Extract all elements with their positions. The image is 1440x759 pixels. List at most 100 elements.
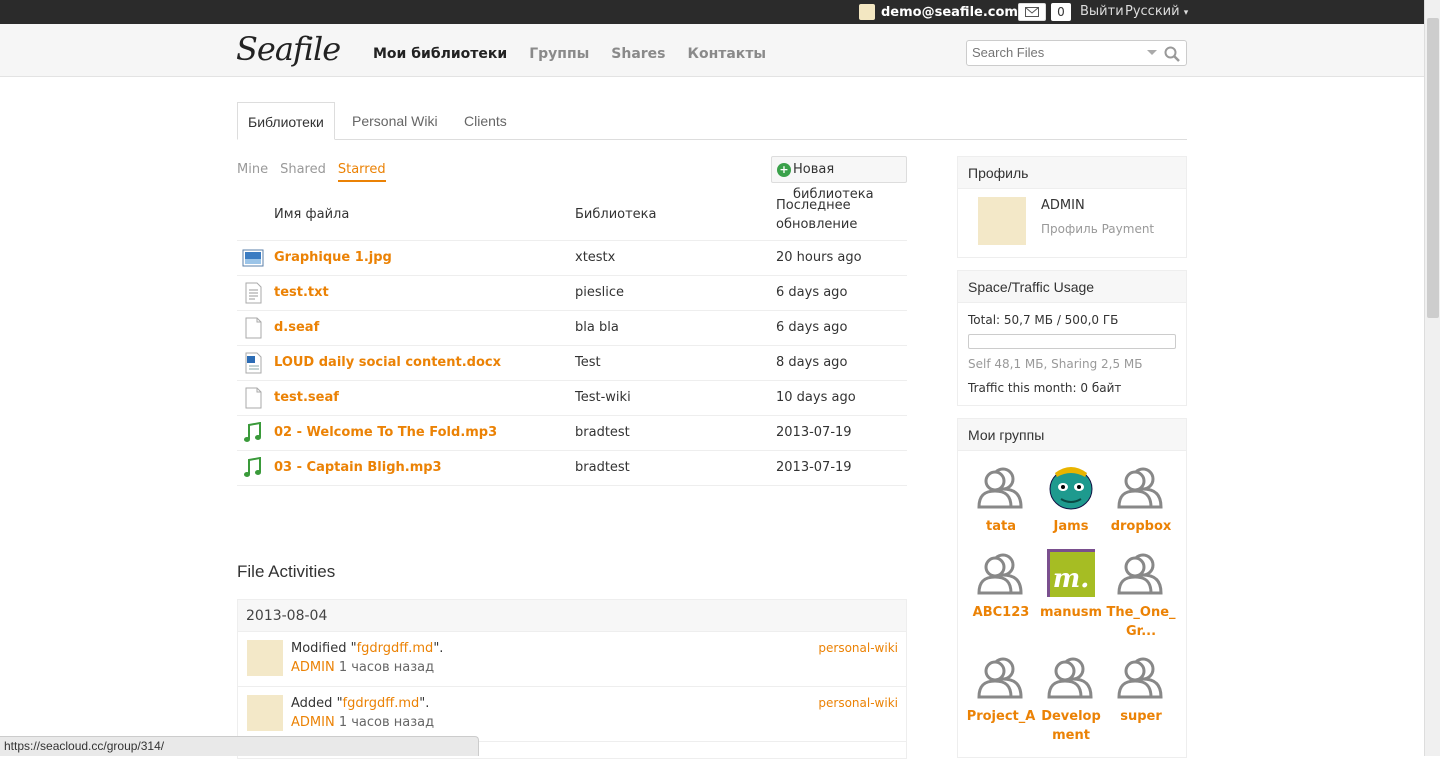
activity-user-link[interactable]: ADMIN <box>291 715 335 730</box>
starred-files-table: Имя файла Библиотека Последнееобновление… <box>237 190 907 486</box>
messages-button[interactable] <box>1018 3 1046 21</box>
file-icon-cell <box>237 275 274 310</box>
subtab-starred[interactable]: Starred <box>338 162 386 182</box>
file-activities-list: 2013-08-04 Modified "fgdrgdff.md". ADMIN… <box>237 599 907 759</box>
vertical-scrollbar[interactable] <box>1424 0 1440 756</box>
activity-meta: ADMIN 1 часов назад <box>291 660 434 675</box>
activity-action: Added <box>291 696 337 711</box>
default-group-icon <box>977 653 1025 701</box>
nav-groups[interactable]: Группы <box>529 46 589 62</box>
group-item[interactable]: dropbox <box>1106 463 1176 536</box>
groups-panel: Мои группы tataJamsdropbox ABC123m.manusm… <box>957 418 1187 758</box>
tab-personal-wiki[interactable]: Personal Wiki <box>352 102 438 140</box>
activity-user-link[interactable]: ADMIN <box>291 660 335 675</box>
user-avatar[interactable] <box>247 640 283 676</box>
logout-link[interactable]: Выйти <box>1080 4 1124 19</box>
group-item[interactable]: Jams <box>1036 463 1106 536</box>
default-group-icon <box>1117 653 1165 701</box>
name-column-header: Имя файла <box>274 190 575 240</box>
plus-icon: + <box>777 163 791 177</box>
file-updated: 6 days ago <box>776 275 907 310</box>
table-row[interactable]: d.seafbla bla6 days ago <box>237 310 907 345</box>
updated-header-line1: Последнее <box>776 198 851 213</box>
file-name-link[interactable]: 03 - Captain Bligh.mp3 <box>274 450 575 485</box>
group-name: The_One_Gr... <box>1106 603 1176 641</box>
tab-libraries[interactable]: Библиотеки <box>237 102 335 140</box>
search-input[interactable] <box>972 45 1142 60</box>
table-row[interactable]: 02 - Welcome To The Fold.mp3bradtest2013… <box>237 415 907 450</box>
activity-date: 2013-08-04 <box>238 600 906 632</box>
group-name: ABC123 <box>966 603 1036 622</box>
table-row[interactable]: LOUD daily social content.docxTest8 days… <box>237 345 907 380</box>
default-group-icon <box>1117 463 1165 511</box>
usage-panel: Space/Traffic Usage Total: 50,7 МБ / 500… <box>957 270 1187 406</box>
file-activities-title: File Activities <box>237 562 335 582</box>
group-item[interactable]: tata <box>966 463 1036 536</box>
status-bar-url: https://seacloud.cc/group/314/ <box>0 736 479 756</box>
group-item[interactable]: super <box>1106 653 1176 726</box>
file-updated: 20 hours ago <box>776 240 907 275</box>
profile-panel: Профиль ADMIN Профиль Payment <box>957 156 1187 258</box>
nav-my-libraries[interactable]: Мои библиотеки <box>373 46 507 62</box>
green-face-icon <box>1047 463 1095 511</box>
group-item[interactable]: The_One_Gr... <box>1106 549 1176 641</box>
activity-item: Added "fgdrgdff.md". ADMIN 1 часов назад… <box>238 687 906 742</box>
activity-file-link[interactable]: fgdrgdff.md <box>343 696 420 711</box>
file-name-link[interactable]: LOUD daily social content.docx <box>274 345 575 380</box>
activity-description: Modified "fgdrgdff.md". <box>291 641 443 656</box>
seafile-logo[interactable]: Seafile <box>236 30 340 68</box>
file-name-link[interactable]: 02 - Welcome To The Fold.mp3 <box>274 415 575 450</box>
file-name-link[interactable]: test.seaf <box>274 380 575 415</box>
table-row[interactable]: test.txtpieslice6 days ago <box>237 275 907 310</box>
group-item[interactable]: ABC123 <box>966 549 1036 622</box>
group-item[interactable]: Development <box>1036 653 1106 745</box>
usage-progress-bar <box>968 334 1176 349</box>
usage-title: Space/Traffic Usage <box>958 271 1186 303</box>
group-item[interactable]: Project_A <box>966 653 1036 726</box>
default-group-icon <box>1117 549 1165 597</box>
group-name: Jams <box>1036 517 1106 536</box>
user-avatar[interactable] <box>247 695 283 731</box>
group-item[interactable]: m.manusm <box>1036 549 1106 622</box>
updated-column-header: Последнееобновление <box>776 190 907 240</box>
table-row[interactable]: 03 - Captain Bligh.mp3bradtest2013-07-19 <box>237 450 907 485</box>
tab-clients[interactable]: Clients <box>464 102 507 140</box>
group-name: Development <box>1036 707 1106 745</box>
document-file-icon <box>242 352 264 374</box>
search-options-caret-icon[interactable] <box>1147 50 1157 55</box>
image-file-icon <box>242 247 264 269</box>
file-updated: 6 days ago <box>776 310 907 345</box>
language-select[interactable]: Русский ▾ <box>1125 4 1188 19</box>
profile-avatar[interactable] <box>978 197 1026 245</box>
scrollbar-thumb[interactable] <box>1427 18 1439 318</box>
file-name-link[interactable]: Graphique 1.jpg <box>274 240 575 275</box>
file-icon-cell <box>237 450 274 485</box>
activity-library-link[interactable]: personal-wiki <box>818 696 898 710</box>
usage-total: Total: 50,7 МБ / 500,0 ГБ <box>968 313 1118 327</box>
new-library-button[interactable]: + Новая библиотека <box>771 156 907 183</box>
activity-meta: ADMIN 1 часов назад <box>291 715 434 730</box>
header: Seafile Мои библиотеки Группы Shares Кон… <box>0 24 1424 77</box>
file-name-link[interactable]: test.txt <box>274 275 575 310</box>
groups-title: Мои группы <box>958 419 1186 451</box>
default-group-icon <box>1047 653 1095 701</box>
file-name-link[interactable]: d.seaf <box>274 310 575 345</box>
subtab-mine[interactable]: Mine <box>237 162 268 182</box>
file-icon-cell <box>237 415 274 450</box>
nav-shares[interactable]: Shares <box>611 46 665 62</box>
search-icon[interactable] <box>1164 46 1180 62</box>
file-library: Test-wiki <box>575 380 776 415</box>
subtab-shared[interactable]: Shared <box>280 162 326 182</box>
user-menu[interactable]: demo@seafile.com <box>859 4 1018 20</box>
file-library: bradtest <box>575 415 776 450</box>
nav-contacts[interactable]: Контакты <box>688 46 767 62</box>
library-column-header: Библиотека <box>575 190 776 240</box>
activity-file-link[interactable]: fgdrgdff.md <box>357 641 434 656</box>
table-row[interactable]: test.seafTest-wiki10 days ago <box>237 380 907 415</box>
library-subtabs: Mine Shared Starred <box>237 162 386 182</box>
table-row[interactable]: Graphique 1.jpgxtestx20 hours ago <box>237 240 907 275</box>
group-name: super <box>1106 707 1176 726</box>
activity-library-link[interactable]: personal-wiki <box>818 641 898 655</box>
group-name: Project_A <box>966 707 1036 726</box>
text-file-icon <box>242 282 264 304</box>
